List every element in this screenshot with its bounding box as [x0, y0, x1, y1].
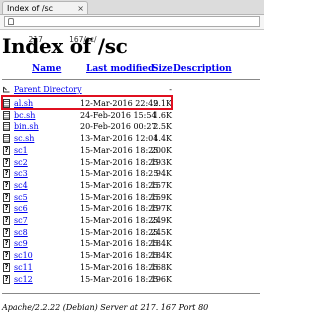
text-file-icon [3, 110, 10, 120]
list-item: ? sc7 15-Mar-2016 18:25 249K [0, 215, 264, 226]
file-link[interactable]: bin.sh [14, 121, 39, 132]
file-date: 15-Mar-2016 18:25 [80, 216, 159, 225]
sort-by-modified-link[interactable]: Last modified [86, 64, 154, 74]
file-link[interactable]: sc5 [14, 192, 28, 203]
unknown-file-icon: ? [3, 216, 10, 225]
sort-by-description-link[interactable]: Description [173, 64, 232, 74]
list-item: bc.sh 24-Feb-2016 15:54 1.6K [0, 110, 264, 121]
file-link[interactable]: sc2 [14, 157, 28, 168]
file-link[interactable]: sc1 [14, 145, 28, 156]
list-item: ? sc12 15-Mar-2016 18:25 196K [0, 274, 264, 285]
file-date: 15-Mar-2016 18:25 [80, 192, 159, 202]
file-date: 15-Mar-2016 18:25 [80, 204, 159, 214]
file-size: - [169, 85, 172, 94]
file-link[interactable]: sc4 [14, 180, 28, 191]
list-item: ? sc11 15-Mar-2016 18:25 168K [0, 262, 264, 273]
file-link[interactable]: sc.sh [14, 133, 34, 144]
file-date: 20-Feb-2016 00:27 [80, 122, 157, 132]
list-item-parent-directory: Parent Directory - [0, 84, 264, 95]
unknown-file-icon: ? [3, 157, 10, 167]
tab-close-icon[interactable]: × [77, 2, 84, 15]
unknown-file-icon: ? [3, 227, 10, 237]
file-size: 2.5K [153, 122, 172, 132]
list-item: ? sc10 15-Mar-2016 18:25 184K [0, 250, 264, 261]
list-item: bin.sh 20-Feb-2016 00:27 2.5K [0, 121, 264, 132]
browser-tab[interactable]: Index of /sc × [2, 1, 88, 14]
list-item: ? sc1 15-Mar-2016 18:25 200K [0, 145, 264, 156]
server-signature: Apache/2.2.22 (Debian) Server at 217. 16… [2, 303, 209, 312]
file-date: 15-Mar-2016 18:25 [80, 239, 159, 249]
page-title: Index of /sc [2, 34, 128, 58]
unknown-file-icon: ? [3, 239, 10, 249]
file-size: 245K [150, 227, 172, 237]
file-size: 157K [150, 180, 172, 190]
file-size: 94K [155, 169, 172, 179]
sort-by-name-link[interactable]: Name [32, 64, 61, 74]
file-size: 168K [150, 262, 172, 272]
file-link[interactable]: sc3 [14, 168, 28, 179]
file-link[interactable]: sc6 [14, 203, 28, 214]
file-date: 15-Mar-2016 18:25 [80, 157, 159, 167]
file-date: 15-Mar-2016 18:25 [80, 145, 159, 155]
list-item: ? sc4 15-Mar-2016 18:25 157K [0, 180, 264, 191]
file-size: 200K [150, 145, 172, 155]
highlight-box [1, 95, 173, 110]
file-link[interactable]: sc11 [14, 262, 33, 273]
unknown-file-icon: ? [3, 262, 10, 272]
text-file-icon [3, 122, 10, 132]
list-item: sc.sh 13-Mar-2016 12:01 4.4K [0, 133, 264, 144]
file-link[interactable]: sc10 [14, 250, 33, 261]
footer-divider [2, 293, 260, 294]
file-link[interactable]: sc7 [14, 215, 28, 226]
file-size: 159K [150, 192, 172, 202]
file-date: 15-Mar-2016 18:25 [80, 274, 159, 284]
file-size: 184K [150, 239, 172, 249]
list-item: ? sc3 15-Mar-2016 18:25 94K [0, 168, 264, 179]
parent-directory-link[interactable]: Parent Directory [14, 84, 82, 95]
list-item: ? sc2 15-Mar-2016 18:25 193K [0, 157, 264, 168]
list-item: ? sc6 15-Mar-2016 18:25 197K [0, 203, 264, 214]
list-item: ? sc9 15-Mar-2016 18:25 184K [0, 238, 264, 249]
unknown-file-icon: ? [3, 204, 10, 214]
file-date: 15-Mar-2016 18:25 [80, 251, 159, 261]
file-size: 4.4K [153, 134, 172, 144]
tab-title: Index of /sc [7, 4, 54, 13]
tab-bar: Index of /sc × [0, 0, 264, 15]
file-size: 193K [150, 157, 172, 167]
unknown-file-icon: ? [3, 145, 10, 155]
url-input[interactable]: 217 167/sc/ [4, 16, 260, 44]
unknown-file-icon: ? [3, 180, 10, 190]
unknown-file-icon: ? [3, 192, 10, 202]
file-date: 13-Mar-2016 12:01 [80, 134, 159, 144]
sort-by-size-link[interactable]: Size [152, 64, 173, 74]
text-file-icon [3, 134, 10, 144]
file-size: 197K [150, 204, 172, 214]
list-item: ? sc8 15-Mar-2016 18:25 245K [0, 227, 264, 238]
header-divider [2, 79, 260, 80]
file-date: 15-Mar-2016 18:25 [80, 180, 159, 190]
file-link[interactable]: sc12 [14, 274, 33, 285]
file-date: 15-Mar-2016 18:25 [80, 169, 159, 179]
file-date: 24-Feb-2016 15:54 [80, 110, 157, 120]
unknown-file-icon: ? [3, 274, 10, 284]
file-date: 15-Mar-2016 18:25 [80, 227, 159, 237]
lock-icon [8, 18, 14, 25]
file-size: 196K [150, 274, 172, 284]
file-size: 184K [150, 251, 172, 261]
unknown-file-icon: ? [3, 251, 10, 261]
file-size: 249K [150, 216, 172, 225]
back-arrow-icon [2, 86, 11, 94]
file-date: 15-Mar-2016 18:25 [80, 262, 159, 272]
file-size: 1.6K [153, 110, 172, 120]
list-item: ? sc5 15-Mar-2016 18:25 159K [0, 192, 264, 203]
address-bar: 217 167/sc/ [0, 15, 264, 44]
file-link[interactable]: bc.sh [14, 110, 35, 121]
unknown-file-icon: ? [3, 169, 10, 179]
file-link[interactable]: sc8 [14, 227, 28, 238]
file-link[interactable]: sc9 [14, 238, 28, 249]
